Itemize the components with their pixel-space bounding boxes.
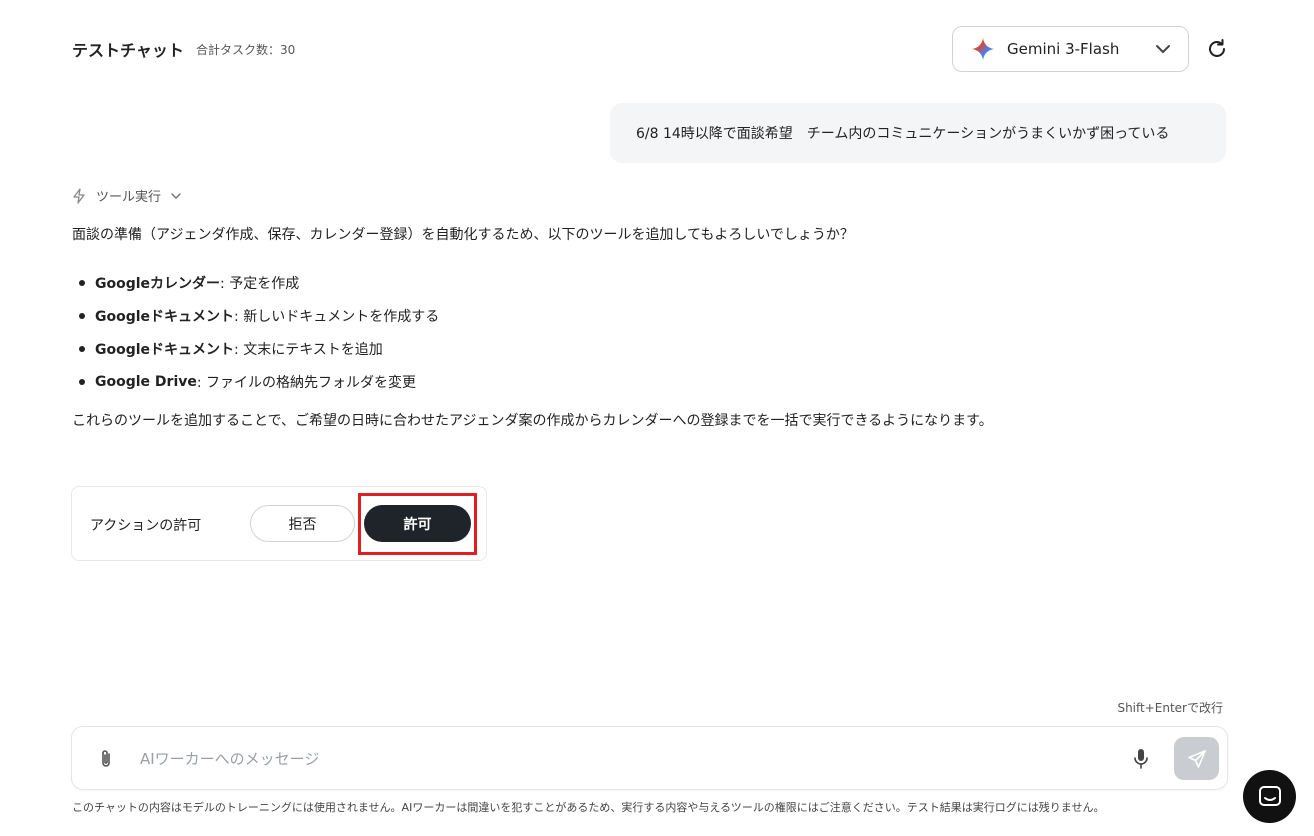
bullet bbox=[79, 378, 85, 385]
assistant-outro: これらのツールを追加することで、ご希望の日時に合わせたアジェンダ案の作成からカレ… bbox=[72, 413, 993, 429]
message-composer bbox=[71, 726, 1228, 790]
send-icon bbox=[1187, 749, 1206, 768]
list-item: Googleカレンダー: 予定を作成 bbox=[72, 266, 439, 299]
tool-exec-toggle[interactable]: ツール実行 bbox=[72, 186, 183, 205]
microphone-icon[interactable] bbox=[1132, 748, 1150, 770]
lightning-icon bbox=[73, 187, 85, 204]
tool-exec-label: ツール実行 bbox=[96, 190, 162, 205]
tool-name: Googleカレンダー bbox=[95, 275, 221, 292]
page-title: テストチャット bbox=[72, 41, 184, 60]
message-input[interactable] bbox=[140, 745, 1040, 773]
refresh-icon[interactable] bbox=[1205, 37, 1229, 61]
paperclip-icon[interactable] bbox=[96, 748, 116, 770]
chat-bubble-icon bbox=[1258, 785, 1281, 806]
gemini-sparkle-icon bbox=[972, 38, 994, 60]
bullet bbox=[79, 345, 85, 352]
reject-button[interactable]: 拒否 bbox=[250, 505, 355, 542]
support-chat-button[interactable] bbox=[1243, 770, 1296, 823]
list-item: Google Drive: ファイルの格納先フォルダを変更 bbox=[72, 365, 439, 398]
tool-name: Googleドキュメント bbox=[95, 341, 235, 358]
list-item: Googleドキュメント: 新しいドキュメントを作成する bbox=[72, 299, 439, 332]
model-selector[interactable]: Gemini 3-Flash bbox=[952, 26, 1189, 72]
task-count: 合計タスク数：30 bbox=[196, 43, 296, 57]
action-permission-label: アクションの許可 bbox=[90, 518, 202, 534]
newline-hint: Shift+Enterで改行 bbox=[1117, 701, 1223, 715]
tool-name: Google Drive bbox=[95, 373, 197, 390]
highlight-box bbox=[358, 493, 477, 555]
tool-desc: : ファイルの格納先フォルダを変更 bbox=[196, 374, 417, 391]
tool-desc: : 文末にテキストを追加 bbox=[234, 341, 383, 358]
assistant-intro: 面談の準備（アジェンダ作成、保存、カレンダー登録）を自動化するため、以下のツール… bbox=[72, 227, 854, 243]
user-message: 6/8 14時以降で面談希望 チーム内のコミュニケーションがうまくいかず困ってい… bbox=[610, 103, 1226, 163]
tool-list: Googleカレンダー: 予定を作成 Googleドキュメント: 新しいドキュメ… bbox=[72, 266, 439, 398]
bullet bbox=[79, 312, 85, 319]
bullet bbox=[79, 279, 85, 286]
send-button[interactable] bbox=[1174, 737, 1219, 780]
list-item: Googleドキュメント: 文末にテキストを追加 bbox=[72, 332, 439, 365]
chevron-down-icon bbox=[171, 192, 181, 199]
tool-name: Googleドキュメント bbox=[95, 308, 235, 325]
chevron-down-icon bbox=[1156, 45, 1170, 53]
model-selector-label: Gemini 3-Flash bbox=[1007, 40, 1120, 58]
tool-desc: : 新しいドキュメントを作成する bbox=[234, 308, 440, 325]
tool-desc: : 予定を作成 bbox=[220, 275, 300, 292]
disclaimer-text: このチャットの内容はモデルのトレーニングには使用されません。AIワーカーは間違い… bbox=[72, 801, 1105, 814]
